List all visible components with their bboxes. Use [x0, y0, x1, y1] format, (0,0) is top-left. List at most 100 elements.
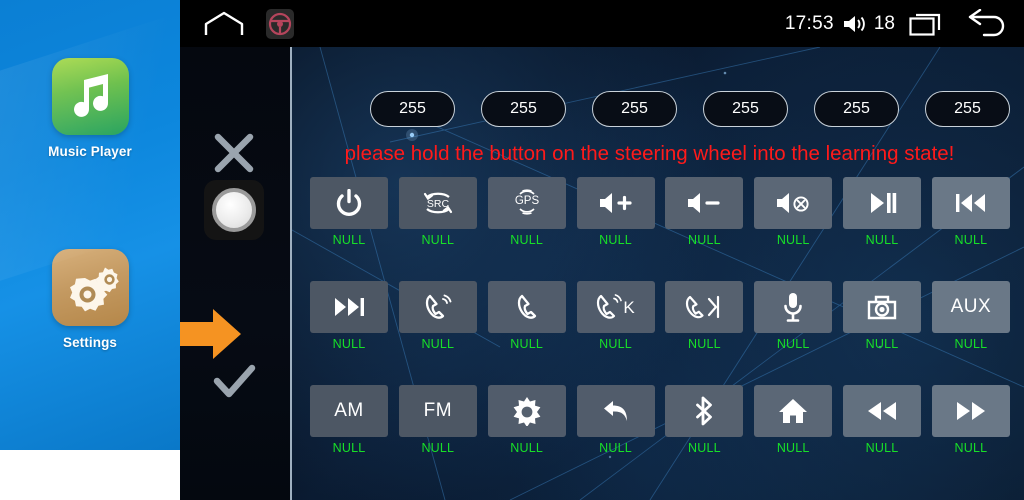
function-label: NULL: [954, 441, 988, 455]
phone-answer-k-button[interactable]: K: [576, 281, 655, 333]
speaker-icon: [841, 13, 867, 35]
channel-value-1[interactable]: 255: [370, 91, 455, 127]
channel-value-row: 255 255 255 255 255 255: [370, 91, 1010, 127]
play-pause-icon: [871, 193, 897, 213]
microphone-icon: [784, 293, 803, 322]
function-cell-home: NULL: [754, 385, 833, 455]
phone-hangup-arrow-button[interactable]: [665, 281, 744, 333]
channel-value-6[interactable]: 255: [925, 91, 1010, 127]
function-cell-mute: NULL: [754, 177, 833, 247]
function-label: NULL: [954, 233, 988, 247]
svg-text:K: K: [623, 298, 635, 317]
function-label: NULL: [421, 441, 455, 455]
close-x-icon: [214, 133, 254, 173]
function-label: NULL: [865, 441, 899, 455]
phone-hangup-button[interactable]: [487, 281, 566, 333]
function-cell-return: NULL: [576, 385, 655, 455]
channel-value-5[interactable]: 255: [814, 91, 899, 127]
power-button[interactable]: [310, 177, 388, 229]
play-pause-button[interactable]: [843, 177, 922, 229]
learning-control-strip: [180, 47, 292, 500]
channel-value-2[interactable]: 255: [481, 91, 566, 127]
volume-up-button[interactable]: [576, 177, 655, 229]
function-label: NULL: [510, 441, 544, 455]
function-label: NULL: [865, 337, 899, 351]
phone-answer-k-icon: K: [596, 294, 635, 319]
gps-button[interactable]: GPS: [487, 177, 566, 229]
function-cell-microphone: NULL: [754, 281, 833, 351]
previous-track-button[interactable]: [931, 177, 1010, 229]
aux-label: AUX: [950, 296, 992, 317]
volume-up-icon: [599, 193, 632, 213]
fm-label: FM: [423, 400, 453, 421]
source-button[interactable]: SRC: [398, 177, 477, 229]
function-label: NULL: [332, 441, 366, 455]
gears-icon: [51, 249, 129, 326]
function-cell-src: SRC NULL: [398, 177, 477, 247]
microphone-button[interactable]: [754, 281, 833, 333]
back-arrow-icon[interactable]: [964, 8, 1008, 39]
fast-forward-button[interactable]: [931, 385, 1010, 437]
fast-forward-icon: [956, 402, 985, 420]
volume-down-icon: [688, 193, 720, 213]
next-track-icon: [335, 298, 364, 316]
function-cell-volume-down: NULL: [665, 177, 744, 247]
function-cell-aux: AUX NULL: [931, 281, 1010, 351]
function-cell-volume-up: NULL: [576, 177, 655, 247]
camera-button[interactable]: [843, 281, 922, 333]
function-label: NULL: [599, 337, 632, 351]
function-cell-brightness: NULL: [487, 385, 566, 455]
brightness-button[interactable]: [487, 385, 566, 437]
bluetooth-button[interactable]: [665, 385, 744, 437]
function-label: NULL: [421, 337, 455, 351]
recents-icon[interactable]: [909, 10, 943, 38]
next-track-button[interactable]: [310, 281, 388, 333]
confirm-button[interactable]: [210, 357, 258, 405]
phone-answer-button[interactable]: [398, 281, 477, 333]
sidebar-bottom-spacer: [0, 450, 180, 500]
function-label: NULL: [510, 337, 544, 351]
home-outline-icon[interactable]: [202, 11, 246, 37]
mute-icon: [777, 193, 809, 213]
music-note-icon: [51, 58, 129, 135]
rotary-knob-icon[interactable]: [212, 188, 256, 232]
function-cell-rewind: NULL: [843, 385, 922, 455]
rotary-knob-button[interactable]: [204, 180, 264, 240]
learning-instruction-text: please hold the button on the steering w…: [344, 142, 955, 165]
function-cell-phone-answer: NULL: [398, 281, 477, 351]
steering-wheel-icon[interactable]: [266, 9, 294, 39]
function-label: NULL: [599, 233, 632, 247]
launcher-sidebar: Music Player Settings: [0, 0, 180, 450]
return-button[interactable]: [576, 385, 655, 437]
head-unit-panel: 17:53 18 255 255 255 255 255 255 please …: [180, 0, 1024, 500]
aux-button[interactable]: AUX: [931, 281, 1010, 333]
status-bar-right-cluster: 17:53 18: [785, 0, 1008, 47]
volume-level-value: 18: [873, 12, 895, 34]
android-status-bar: 17:53 18: [180, 0, 1024, 47]
app-label-music-player: Music Player: [48, 144, 132, 159]
function-label: NULL: [687, 337, 721, 351]
function-label: NULL: [510, 233, 544, 247]
function-cell-previous-track: NULL: [931, 177, 1010, 247]
phone-hangup-arrow-icon: [686, 295, 720, 319]
bluetooth-icon: [696, 396, 713, 426]
function-label: NULL: [776, 233, 810, 247]
function-label: NULL: [776, 337, 810, 351]
cancel-button[interactable]: [210, 129, 258, 177]
check-icon: [213, 364, 256, 398]
app-tile-settings[interactable]: Settings: [0, 249, 180, 350]
app-tile-music-player[interactable]: Music Player: [0, 58, 180, 159]
mute-button[interactable]: [754, 177, 833, 229]
phone-hangup-icon: [517, 294, 536, 319]
previous-track-icon: [955, 194, 985, 212]
home-button[interactable]: [754, 385, 833, 437]
channel-value-4[interactable]: 255: [703, 91, 788, 127]
am-button[interactable]: AM: [310, 385, 388, 437]
rewind-button[interactable]: [843, 385, 922, 437]
fm-button[interactable]: FM: [398, 385, 477, 437]
function-cell-play-pause: NULL: [843, 177, 922, 247]
volume-down-button[interactable]: [665, 177, 744, 229]
phone-answer-icon: [425, 294, 452, 319]
function-cell-am: AM NULL: [310, 385, 388, 455]
channel-value-3[interactable]: 255: [592, 91, 677, 127]
